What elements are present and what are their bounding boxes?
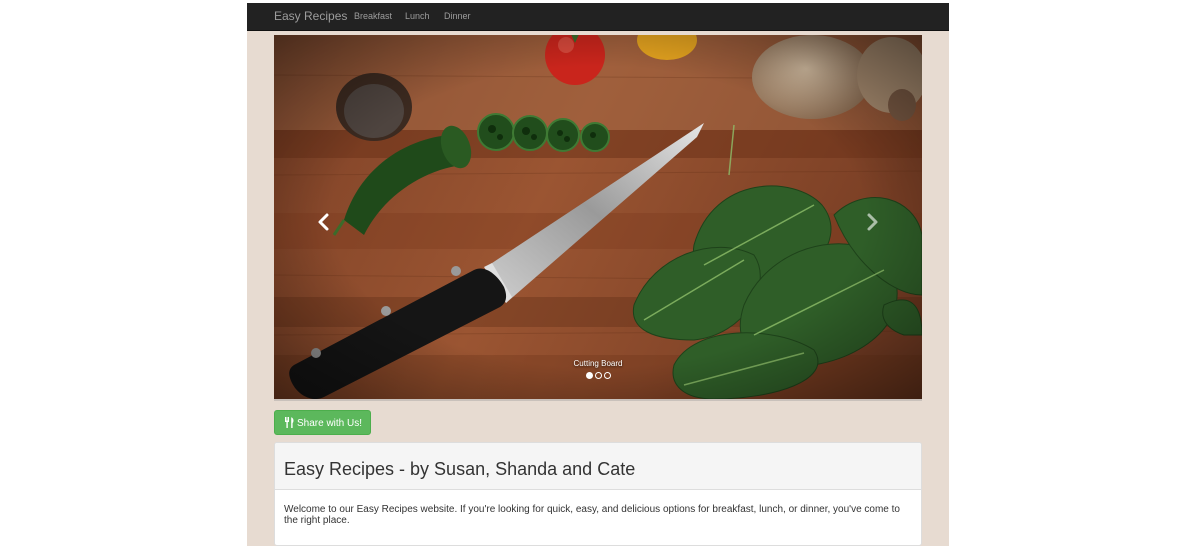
intro-panel: Easy Recipes - by Susan, Shanda and Cate… [274,442,922,546]
carousel-indicator-3[interactable] [603,372,611,379]
share-button-label: Share with Us! [297,418,363,429]
page-container: Easy Recipes Breakfast Lunch Dinner Cutt… [247,3,949,546]
navbar: Easy Recipes Breakfast Lunch Dinner [247,3,949,31]
nav-link-breakfast[interactable]: Breakfast [354,11,392,22]
carousel-caption: Cutting Board [573,359,623,368]
chevron-right-icon [867,213,878,231]
cutlery-icon [285,416,294,428]
carousel-next-button[interactable] [857,207,887,237]
panel-title: Easy Recipes - by Susan, Shanda and Cate [284,459,636,479]
nav-link-lunch[interactable]: Lunch [405,11,430,22]
chevron-left-icon [318,213,329,231]
carousel-indicators [274,372,922,379]
carousel-indicator-1[interactable] [585,372,593,379]
share-with-us-button[interactable]: Share with Us! [274,410,371,435]
panel-heading: Easy Recipes - by Susan, Shanda and Cate [275,443,921,490]
brand-link[interactable]: Easy Recipes [274,9,347,23]
nav-link-dinner[interactable]: Dinner [444,11,471,22]
carousel-prev-button[interactable] [309,207,339,237]
panel-body-text: Welcome to our Easy Recipes website. If … [284,504,900,526]
carousel-image-cutting-board [274,35,922,399]
image-carousel: Cutting Board [274,35,922,399]
carousel-indicator-2[interactable] [594,372,602,379]
